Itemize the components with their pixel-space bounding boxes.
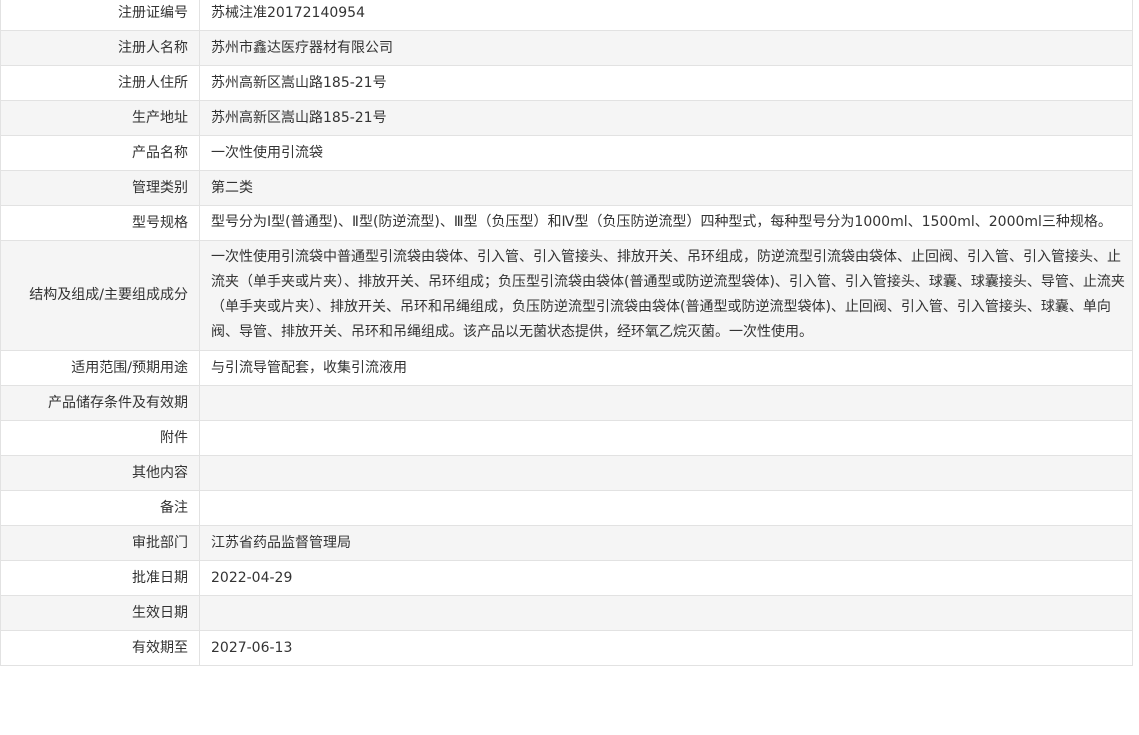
field-label: 注册人住所 [0, 65, 200, 101]
field-value: 一次性使用引流袋 [199, 135, 1133, 171]
field-value: 一次性使用引流袋中普通型引流袋由袋体、引入管、引入管接头、排放开关、吊环组成，防… [199, 240, 1133, 351]
row-approval-date: 批准日期 2022-04-29 [0, 560, 1133, 596]
field-label: 附件 [0, 420, 200, 456]
field-value: 苏械注准20172140954 [199, 0, 1133, 31]
field-value [199, 420, 1133, 456]
field-value [199, 490, 1133, 526]
field-value: 江苏省药品监督管理局 [199, 525, 1133, 561]
row-management-category: 管理类别 第二类 [0, 170, 1133, 206]
row-production-address: 生产地址 苏州高新区嵩山路185-21号 [0, 100, 1133, 136]
field-value: 苏州市鑫达医疗器材有限公司 [199, 30, 1133, 66]
field-label: 型号规格 [0, 205, 200, 241]
field-value: 2027-06-13 [199, 630, 1133, 666]
field-value: 与引流导管配套，收集引流液用 [199, 350, 1133, 386]
registration-detail-table: 注册证编号 苏械注准20172140954 注册人名称 苏州市鑫达医疗器材有限公… [0, 0, 1133, 666]
row-product-name: 产品名称 一次性使用引流袋 [0, 135, 1133, 171]
field-label: 批准日期 [0, 560, 200, 596]
row-valid-until: 有效期至 2027-06-13 [0, 630, 1133, 666]
row-intended-use: 适用范围/预期用途 与引流导管配套，收集引流液用 [0, 350, 1133, 386]
row-registration-number: 注册证编号 苏械注准20172140954 [0, 0, 1133, 31]
field-value: 第二类 [199, 170, 1133, 206]
field-value [199, 455, 1133, 491]
registration-detail-panel: 注册证编号 苏械注准20172140954 注册人名称 苏州市鑫达医疗器材有限公… [0, 0, 1133, 666]
field-label: 适用范围/预期用途 [0, 350, 200, 386]
field-label: 注册人名称 [0, 30, 200, 66]
field-label: 管理类别 [0, 170, 200, 206]
field-value: 苏州高新区嵩山路185-21号 [199, 65, 1133, 101]
field-label: 备注 [0, 490, 200, 526]
field-value [199, 385, 1133, 421]
field-label: 生效日期 [0, 595, 200, 631]
row-effective-date: 生效日期 [0, 595, 1133, 631]
row-model-specification: 型号规格 型号分为Ⅰ型(普通型)、Ⅱ型(防逆流型)、Ⅲ型（负压型）和Ⅳ型（负压防… [0, 205, 1133, 241]
row-remarks: 备注 [0, 490, 1133, 526]
field-value [199, 595, 1133, 631]
row-registrant-address: 注册人住所 苏州高新区嵩山路185-21号 [0, 65, 1133, 101]
field-value: 2022-04-29 [199, 560, 1133, 596]
field-label: 产品储存条件及有效期 [0, 385, 200, 421]
field-label: 审批部门 [0, 525, 200, 561]
field-label: 产品名称 [0, 135, 200, 171]
field-value: 苏州高新区嵩山路185-21号 [199, 100, 1133, 136]
field-label: 注册证编号 [0, 0, 200, 31]
field-value: 型号分为Ⅰ型(普通型)、Ⅱ型(防逆流型)、Ⅲ型（负压型）和Ⅳ型（负压防逆流型）四… [199, 205, 1133, 241]
field-label: 生产地址 [0, 100, 200, 136]
row-other-content: 其他内容 [0, 455, 1133, 491]
row-approval-department: 审批部门 江苏省药品监督管理局 [0, 525, 1133, 561]
field-label: 其他内容 [0, 455, 200, 491]
row-attachments: 附件 [0, 420, 1133, 456]
field-label: 结构及组成/主要组成成分 [0, 240, 200, 351]
row-storage-validity: 产品储存条件及有效期 [0, 385, 1133, 421]
row-registrant-name: 注册人名称 苏州市鑫达医疗器材有限公司 [0, 30, 1133, 66]
field-label: 有效期至 [0, 630, 200, 666]
row-structure-composition: 结构及组成/主要组成成分 一次性使用引流袋中普通型引流袋由袋体、引入管、引入管接… [0, 240, 1133, 351]
